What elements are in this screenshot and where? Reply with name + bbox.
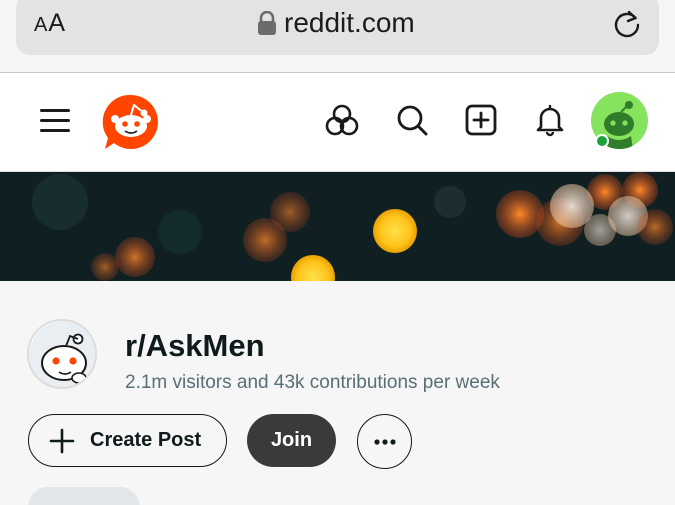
filter-chip[interactable] [28, 487, 140, 505]
plus-icon [49, 428, 75, 453]
join-button[interactable]: Join [247, 414, 336, 467]
bokeh-lights-image [0, 172, 675, 281]
reload-icon[interactable] [612, 8, 642, 38]
thinking-snoo-icon [29, 321, 95, 387]
create-post-icon[interactable] [464, 103, 498, 137]
community-name: r/AskMen [125, 328, 265, 363]
community-icon [27, 319, 97, 389]
create-post-button[interactable]: Create Post [28, 414, 227, 467]
online-status-dot [595, 134, 609, 148]
notifications-icon[interactable] [533, 103, 567, 137]
text-size-button[interactable]: AA [34, 9, 66, 38]
create-post-label: Create Post [90, 429, 202, 451]
community-stats: 2.1m visitors and 43k contributions per … [125, 372, 500, 393]
reddit-header [0, 73, 675, 171]
menu-icon[interactable] [40, 106, 70, 134]
reddit-logo-icon[interactable] [102, 93, 160, 151]
community-info: r/AskMen 2.1m visitors and 43k contribut… [0, 281, 675, 505]
ellipsis-icon [373, 438, 396, 445]
browser-toolbar: AA reddit.com [0, 0, 675, 72]
lock-icon [258, 11, 276, 35]
more-options-button[interactable] [357, 414, 412, 469]
url-text[interactable]: reddit.com [284, 7, 415, 39]
explore-icon[interactable] [325, 103, 359, 137]
address-bar[interactable]: AA reddit.com [16, 0, 659, 55]
community-banner [0, 172, 675, 281]
search-icon[interactable] [395, 103, 429, 137]
